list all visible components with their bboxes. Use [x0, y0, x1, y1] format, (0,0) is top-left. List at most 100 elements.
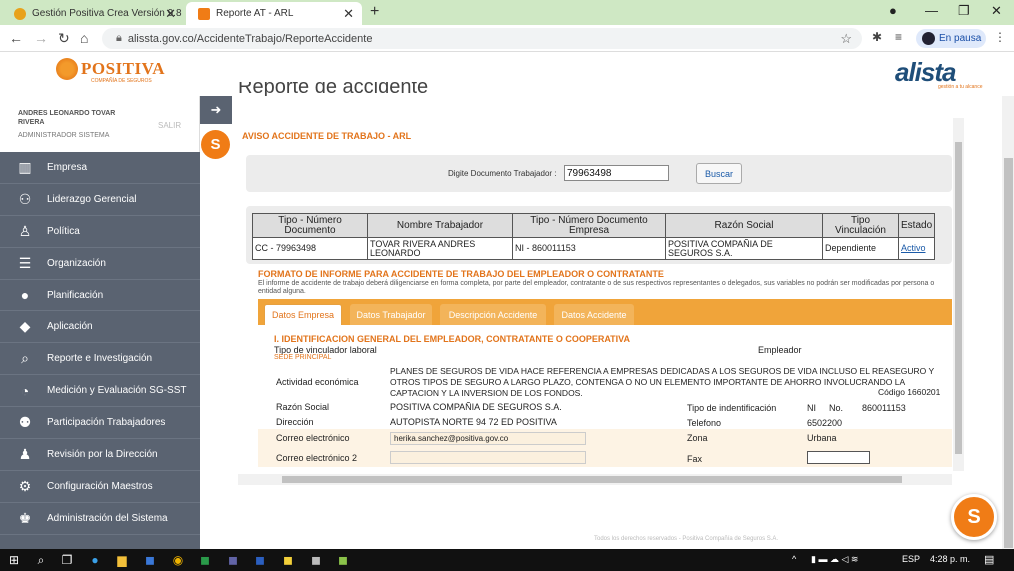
- sidebar-item-politica[interactable]: ♙ Política: [0, 216, 200, 248]
- task-view-icon[interactable]: ❐: [59, 552, 75, 568]
- url-field[interactable]: 🔒︎ alissta.gov.co/AccidenteTrabajo/Repor…: [102, 28, 862, 49]
- sidebar-item-label: Reporte e Investigación: [47, 353, 153, 365]
- no-label: No.: [829, 403, 844, 413]
- report-shortcut-icon[interactable]: S: [201, 130, 230, 159]
- new-tab-button[interactable]: +: [370, 3, 379, 21]
- tab-reporte-at[interactable]: Reporte AT - ARL ✕: [186, 2, 362, 25]
- panel-horizontal-scrollbar[interactable]: [238, 474, 952, 485]
- extensions-icon[interactable]: ✱: [872, 30, 882, 44]
- teams-icon[interactable]: ◼: [225, 552, 241, 568]
- cell-document: CC - 79963498: [252, 237, 368, 260]
- sidebar-item-label: Configuración Maestros: [47, 480, 153, 492]
- page-scrollbar[interactable]: [1002, 96, 1014, 549]
- search-icon[interactable]: ⌕: [33, 552, 49, 568]
- tray-icons[interactable]: ▮ ▬ ☁ ◁ ≋: [811, 554, 858, 565]
- tab-datos-accidente[interactable]: Datos Accidente: [554, 304, 634, 325]
- head-icon: ●: [20, 287, 30, 303]
- favicon-icon: [14, 7, 26, 20]
- sidebar-item-configuracion[interactable]: ⚙ Configuración Maestros: [0, 471, 200, 503]
- app2-icon[interactable]: ◼: [335, 552, 351, 568]
- chat-assistant-button[interactable]: S: [951, 494, 997, 540]
- user-role: ADMINISTRADOR SISTEMA: [18, 132, 110, 139]
- form-tabs: Datos Empresa Datos Trabajador Descripci…: [258, 299, 952, 325]
- maximize-icon[interactable]: ❐: [958, 3, 970, 19]
- profile-button[interactable]: En pausa: [916, 29, 986, 48]
- logo-subtext: COMPAÑÍA DE SEGUROS: [91, 78, 152, 84]
- notifications-icon[interactable]: ▤: [984, 553, 994, 566]
- tipo-vinculador-value: Empleador: [758, 345, 802, 355]
- tab-search-icon[interactable]: ●: [889, 3, 897, 18]
- file-explorer-icon[interactable]: ▆: [114, 552, 130, 568]
- people-icon: ⚉: [18, 414, 32, 431]
- person-icon: ♙: [18, 222, 32, 239]
- sidebar-item-reporte[interactable]: ⌕ Reporte e Investigación: [0, 343, 200, 376]
- footer-copyright: Todos los derechos reservados - Positiva…: [594, 536, 779, 542]
- column-header: Tipo Vinculación: [822, 213, 899, 238]
- positiva-logo[interactable]: POSITIVA COMPAÑÍA DE SEGUROS: [56, 58, 165, 84]
- scroll-thumb[interactable]: [282, 476, 902, 483]
- user-panel: ANDRES LEONARDO TOVAR RIVERA ADMINISTRAD…: [0, 96, 200, 152]
- bookmark-star-icon[interactable]: ☆: [840, 31, 852, 47]
- lock-icon: 🔒︎: [116, 32, 122, 44]
- chrome-icon[interactable]: ◉: [170, 552, 186, 568]
- app-icon[interactable]: ◼: [308, 552, 324, 568]
- sidebar-item-medicion[interactable]: ◔ Medición y Evaluación SG-SST: [0, 375, 200, 408]
- search-button[interactable]: Buscar: [696, 163, 742, 184]
- table-row[interactable]: CC - 79963498 TOVAR RIVERA ANDRES LEONAR…: [252, 237, 936, 260]
- razon-social-label: Razón Social: [276, 402, 330, 412]
- windows-start-icon[interactable]: ⊞: [6, 552, 22, 568]
- sidebar-item-revision[interactable]: ♟ Revisión por la Dirección: [0, 439, 200, 471]
- sidebar: ANDRES LEONARDO TOVAR RIVERA ADMINISTRAD…: [0, 96, 200, 549]
- list-icon: ☰: [18, 254, 32, 271]
- empresa-form: Tipo de vinculador laboral Empleador SED…: [258, 341, 952, 471]
- close-tab-icon[interactable]: ✕: [343, 6, 354, 22]
- media-icon[interactable]: ≡: [895, 30, 902, 44]
- sidebar-item-planificacion[interactable]: ● Planificación: [0, 280, 200, 312]
- estado-link[interactable]: Activo: [901, 243, 926, 253]
- excel-icon[interactable]: ◼: [197, 552, 213, 568]
- scroll-thumb[interactable]: [955, 142, 962, 454]
- word-icon[interactable]: ◼: [252, 552, 268, 568]
- tab-datos-trabajador[interactable]: Datos Trabajador: [350, 304, 432, 325]
- sidebar-item-organizacion[interactable]: ☰ Organización: [0, 248, 200, 280]
- close-tab-icon[interactable]: ✕: [165, 6, 176, 22]
- sidebar-item-label: Liderazgo Gerencial: [47, 193, 137, 205]
- sidebar-item-empresa[interactable]: ▥ Empresa: [0, 152, 200, 184]
- sidebar-item-administracion[interactable]: ♚ Administración del Sistema: [0, 503, 200, 535]
- scroll-thumb[interactable]: [1004, 158, 1013, 548]
- tab-datos-empresa[interactable]: Datos Empresa: [264, 304, 342, 325]
- review-icon: ♟: [18, 445, 32, 462]
- direccion-label: Dirección: [276, 417, 314, 427]
- language-indicator[interactable]: ESP: [902, 554, 920, 564]
- tab-gestion-positiva[interactable]: Gestión Positiva Crea Versión 9.8 ✕: [2, 2, 184, 25]
- tray-chevron-icon[interactable]: ^: [792, 554, 796, 564]
- minimize-icon[interactable]: —: [925, 3, 938, 18]
- tab-descripcion-accidente[interactable]: Descripción Accidente: [440, 304, 546, 325]
- reload-icon[interactable]: ↻: [58, 30, 70, 47]
- document-search-input[interactable]: [564, 165, 669, 181]
- panel-vertical-scrollbar[interactable]: [953, 118, 964, 471]
- correo-input[interactable]: herika.sanchez@positiva.gov.co: [390, 432, 586, 445]
- close-window-icon[interactable]: ✕: [991, 3, 1002, 19]
- browser-tabstrip: Gestión Positiva Crea Versión 9.8 ✕ Repo…: [0, 0, 1014, 25]
- collapse-sidebar-button[interactable]: ➜: [200, 96, 232, 124]
- correo2-label: Correo electrónico 2: [276, 453, 358, 463]
- outlook-icon[interactable]: ◼: [142, 552, 158, 568]
- home-icon[interactable]: ⌂: [80, 30, 88, 46]
- sidebar-item-participacion[interactable]: ⚉ Participación Trabajadores: [0, 407, 200, 440]
- sidebar-item-label: Medición y Evaluación SG-SST: [47, 385, 187, 397]
- forward-icon[interactable]: →: [34, 30, 48, 46]
- logout-link[interactable]: SALIR: [158, 121, 181, 130]
- menu-kebab-icon[interactable]: ⋮: [994, 30, 1006, 44]
- back-icon[interactable]: ←: [9, 30, 23, 46]
- sticky-notes-icon[interactable]: ◼: [280, 552, 296, 568]
- formato-title: FORMATO DE INFORME PARA ACCIDENTE DE TRA…: [258, 269, 664, 279]
- building-icon: ▥: [18, 158, 32, 175]
- fax-input[interactable]: [807, 451, 870, 464]
- cell-company-document: NI - 860011153: [512, 237, 666, 260]
- sidebar-item-aplicacion[interactable]: ◆ Aplicación: [0, 311, 200, 344]
- edge-icon[interactable]: ●: [87, 552, 103, 568]
- sidebar-item-liderazgo[interactable]: ⚇ Liderazgo Gerencial: [0, 184, 200, 216]
- clock[interactable]: 4:28 p. m.: [930, 554, 970, 564]
- correo2-input[interactable]: [390, 451, 586, 464]
